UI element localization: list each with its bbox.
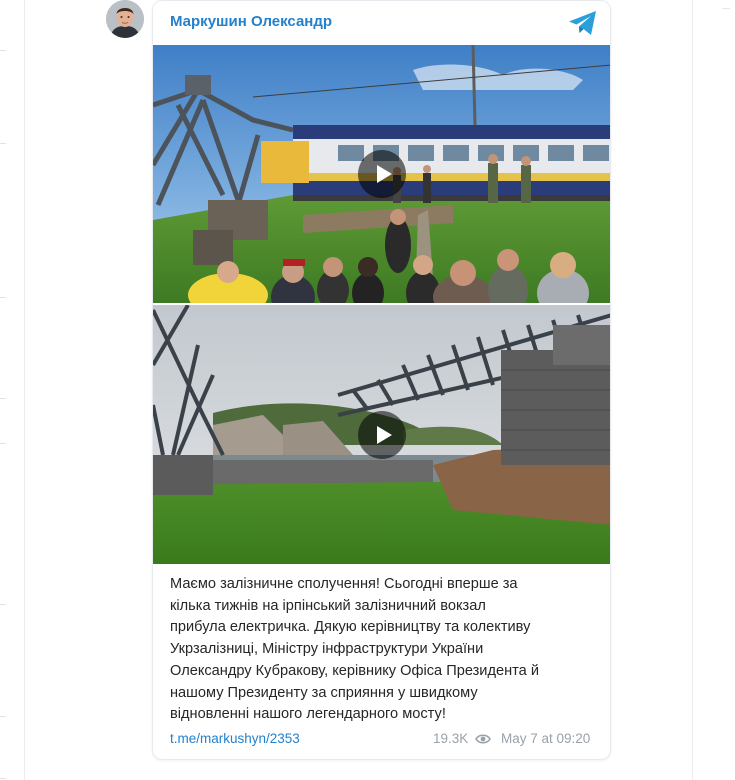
eye-icon [475,734,491,744]
post-text: Маємо залізничне сполучення! Сьогодні вп… [170,576,539,723]
video-2[interactable] [153,305,610,564]
avatar-photo [106,0,144,38]
divider [692,0,693,780]
play-button[interactable] [358,150,406,198]
author-avatar[interactable] [106,0,144,38]
author-name[interactable]: Маркушин Олександр [170,13,332,30]
telegram-icon[interactable] [567,9,599,37]
post-card: Маркушин Олександр Маємо залізничне спол… [152,0,611,760]
post-date[interactable]: May 7 at 09:20 [501,731,590,746]
post-footer: t.me/markushyn/2353 19.3K May 7 at 09:20 [170,731,595,749]
view-count: 19.3K [433,731,469,746]
divider [24,0,25,780]
video-1[interactable] [153,45,610,303]
telegram-post-page: Маркушин Олександр Маємо залізничне спол… [0,0,735,780]
play-button[interactable] [358,411,406,459]
post-link[interactable]: t.me/markushyn/2353 [170,731,300,746]
